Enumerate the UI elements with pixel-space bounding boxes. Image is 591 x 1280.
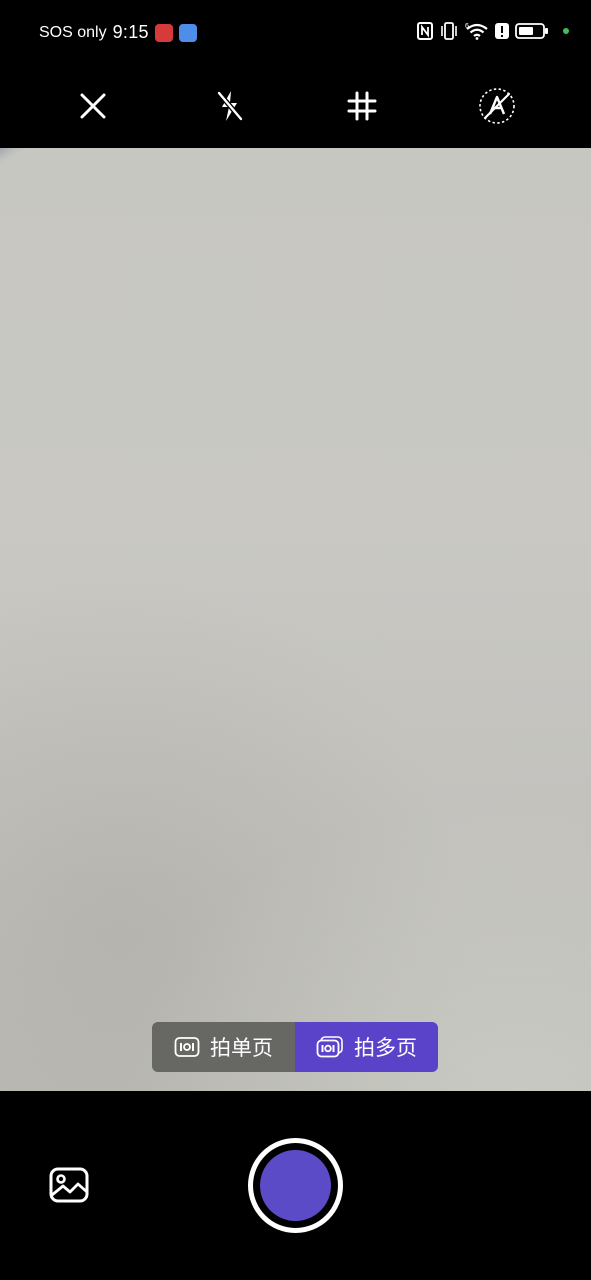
mode-multi-page-button[interactable]: 拍多页	[295, 1022, 438, 1072]
multi-page-icon	[316, 1036, 343, 1058]
clock-time: 9:15	[112, 22, 149, 42]
status-bar: SOS only 9:15 6	[0, 0, 591, 66]
gallery-icon	[49, 1167, 89, 1203]
wifi-label: 6	[465, 23, 469, 30]
viewfinder-scene-object	[0, 148, 274, 214]
alert-icon	[495, 23, 509, 39]
mode-single-page-label: 拍单页	[210, 1037, 273, 1060]
camera-top-toolbar	[0, 66, 591, 148]
carrier-text: SOS only	[39, 23, 107, 41]
shutter-ring	[253, 1143, 338, 1228]
mode-single-page-button[interactable]: 拍单页	[152, 1022, 295, 1072]
battery-icon	[515, 23, 548, 39]
app-notification-red-icon	[154, 23, 173, 42]
vibrate-icon	[441, 22, 457, 40]
camera-viewfinder[interactable]	[0, 148, 591, 1091]
shutter-button[interactable]	[248, 1138, 343, 1233]
flash-button[interactable]	[207, 84, 251, 128]
single-page-icon	[174, 1037, 200, 1057]
camera-bottom-bar	[0, 1091, 591, 1280]
grid-button[interactable]	[340, 84, 384, 128]
shutter-core	[260, 1150, 331, 1221]
capture-mode-toggle: 拍单页 拍多页	[152, 1022, 438, 1072]
privacy-indicator-dot	[563, 28, 569, 34]
app-notification-blue-icon	[178, 23, 197, 42]
auto-enhance-button[interactable]	[475, 84, 519, 128]
status-left: SOS only 9:15	[39, 22, 197, 43]
mode-multi-page-label: 拍多页	[354, 1037, 417, 1060]
nfc-icon	[417, 22, 433, 40]
close-button[interactable]	[71, 84, 115, 128]
grid-icon	[347, 91, 377, 121]
flash-off-icon	[217, 91, 243, 121]
gallery-button[interactable]	[48, 1166, 90, 1204]
status-right: 6	[417, 22, 569, 40]
close-icon	[80, 93, 106, 119]
wifi-icon: 6	[465, 23, 488, 40]
auto-enhance-off-icon	[479, 88, 515, 124]
